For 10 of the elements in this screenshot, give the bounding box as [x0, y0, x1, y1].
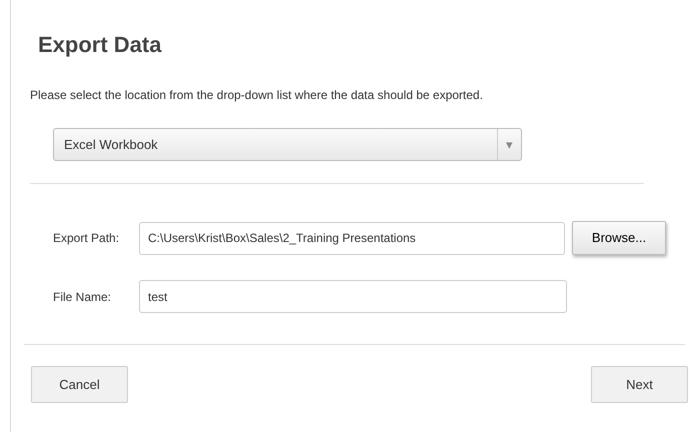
file-name-field[interactable]: test [139, 280, 567, 313]
instruction-text: Please select the location from the drop-down list where the data should be exported. [30, 87, 484, 104]
cancel-button[interactable]: Cancel [31, 366, 128, 403]
browse-button[interactable]: Browse... [572, 221, 666, 255]
field-label: Export Path: [53, 230, 120, 247]
dialog-title: Export Data [38, 31, 163, 59]
next-button[interactable]: Next [591, 366, 688, 403]
export-path-field[interactable]: C:\Users\Krist\Box\Sales\2_Training Presentations [139, 222, 565, 254]
destination-dropdown[interactable]: Excel Workbook ▾ [53, 128, 522, 161]
field-label: File Name: [53, 288, 112, 306]
